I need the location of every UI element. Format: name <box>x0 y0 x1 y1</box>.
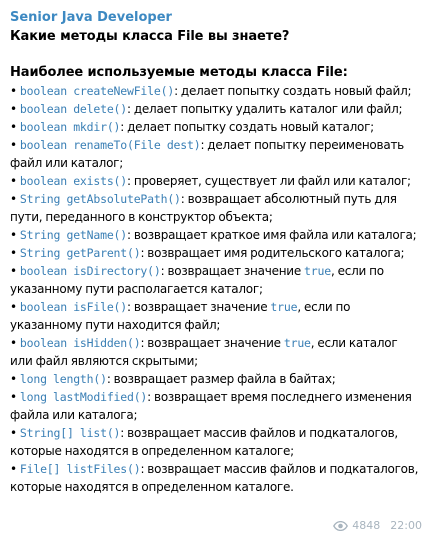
bullet: • <box>10 372 17 386</box>
list-item: • boolean isHidden(): возвращает значени… <box>10 334 422 370</box>
bullet: • <box>10 138 17 152</box>
bullet: • <box>10 264 17 278</box>
method-signature: long length() <box>19 372 107 386</box>
list-item: • String getParent(): возвращает имя род… <box>10 244 422 262</box>
method-signature: boolean delete() <box>19 102 127 116</box>
method-signature: long lastModified() <box>19 390 148 404</box>
method-description: : делает попытку создать новый каталог; <box>120 120 374 134</box>
method-signature: boolean isFile() <box>19 300 127 314</box>
bullet: • <box>10 84 17 98</box>
list-item: • File[] listFiles(): возвращает массив … <box>10 460 422 496</box>
message-time: 22:00 <box>390 519 422 532</box>
list-item: • long lastModified(): возвращает время … <box>10 388 422 424</box>
list-item: • boolean exists(): проверяет, существуе… <box>10 172 422 190</box>
bullet: • <box>10 246 17 260</box>
list-item: • String getAbsolutePath(): возвращает а… <box>10 190 422 226</box>
bullet: • <box>10 336 17 350</box>
method-description: : возвращает краткое имя файла или катал… <box>126 228 417 242</box>
bullet: • <box>10 300 17 314</box>
bullet: • <box>10 174 17 188</box>
list-item: • boolean isDirectory(): возвращает знач… <box>10 262 422 298</box>
bullet: • <box>10 102 17 116</box>
true-literal: true <box>270 300 298 314</box>
true-literal: true <box>304 264 331 278</box>
eye-icon <box>333 520 349 531</box>
list-item: • String getName(): возвращает краткое и… <box>10 226 422 244</box>
bullet: • <box>10 390 17 404</box>
method-description: : возвращает значение <box>126 300 271 314</box>
method-description: : возвращает размер файла в байтах; <box>106 372 336 386</box>
bullet: • <box>10 462 17 476</box>
message-title: Какие методы класса File вы знаете? <box>10 29 290 44</box>
list-item: • long length(): возвращает размер файла… <box>10 370 422 388</box>
method-description: : делает попытку удалить каталог или фай… <box>126 102 403 116</box>
channel-name[interactable]: Senior Java Developer <box>10 8 422 27</box>
bullet: • <box>10 426 17 440</box>
message-meta: 4848 22:00 <box>333 519 422 532</box>
method-signature: boolean mkdir() <box>19 120 121 134</box>
list-item: • boolean renameTo(File dest): делает по… <box>10 136 422 172</box>
method-signature: boolean exists() <box>19 174 127 188</box>
methods-list: • boolean createNewFile(): делает попытк… <box>10 82 422 496</box>
method-signature: String getParent() <box>19 246 141 260</box>
list-item: • boolean delete(): делает попытку удали… <box>10 100 422 118</box>
message-bubble: Senior Java Developer Какие методы класс… <box>0 0 432 541</box>
bullet: • <box>10 192 17 206</box>
list-item: • boolean mkdir(): делает попытку создат… <box>10 118 422 136</box>
bullet: • <box>10 120 17 134</box>
bullet: • <box>10 228 17 242</box>
method-signature: boolean isHidden() <box>19 336 141 350</box>
method-description: : делает попытку создать новый файл; <box>174 84 412 98</box>
list-item: • boolean isFile(): возвращает значение … <box>10 298 422 334</box>
list-item: • boolean createNewFile(): делает попытк… <box>10 82 422 100</box>
method-signature: boolean renameTo(File dest) <box>19 138 201 152</box>
method-description: : возвращает значение <box>140 336 284 350</box>
method-signature: String getAbsolutePath() <box>19 192 181 206</box>
view-count: 4848 <box>352 519 381 532</box>
method-signature: boolean createNewFile() <box>19 84 175 98</box>
method-description: : возвращает имя родительского каталога; <box>140 246 405 260</box>
methods-heading: Наиболее используемые методы класса File… <box>10 65 348 80</box>
method-signature: boolean isDirectory() <box>19 264 161 278</box>
method-signature: String getName() <box>19 228 127 242</box>
method-description: : возвращает значение <box>160 264 305 278</box>
true-literal: true <box>283 336 311 350</box>
list-item: • String[] list(): возвращает массив фай… <box>10 424 422 460</box>
method-signature: File[] listFiles() <box>19 462 141 476</box>
method-signature: String[] list() <box>19 426 121 440</box>
method-description: : проверяет, существует ли файл или ката… <box>126 174 411 188</box>
